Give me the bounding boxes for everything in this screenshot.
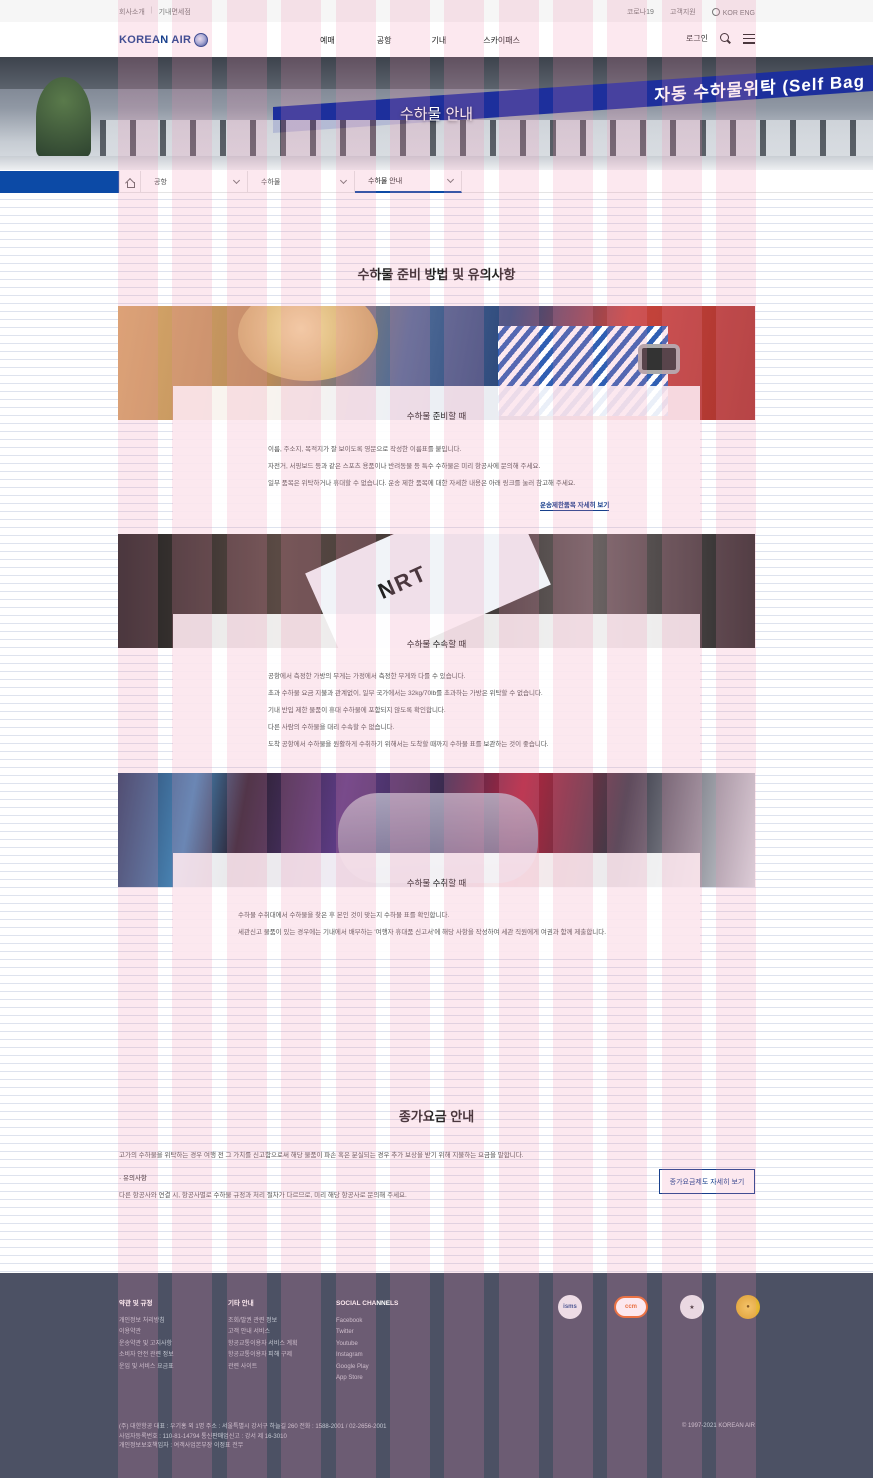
- breadcrumb-label: 공항: [154, 179, 167, 186]
- fee-detail-button[interactable]: 종가요금제도 자세히 보기: [659, 1169, 755, 1194]
- footer-link[interactable]: 조회/발권 관련 정보: [228, 1316, 298, 1328]
- language-selector[interactable]: KOR ENG: [711, 7, 755, 17]
- logo-text: KOREAN AIR: [119, 34, 192, 46]
- card-title: 수하물 수취할 때: [406, 878, 467, 888]
- company-address: (주) 대한항공 대표 : 우기홍 외 1명 주소 : 서울특별시 강서구 하늘…: [119, 1423, 386, 1452]
- breadcrumb-label: 수하물: [261, 179, 281, 186]
- ccm-badge-icon: ccm: [614, 1296, 648, 1318]
- card-body: 공항에서 측정한 가방의 무게는 가정에서 측정한 무게와 다를 수 있습니다.…: [268, 668, 549, 753]
- footer-link-instagram[interactable]: Instagram: [336, 1350, 398, 1362]
- fee-note-heading: · 유의사항: [119, 1175, 147, 1182]
- global-nav: 예매 공항 기내 스카이패스: [320, 35, 520, 46]
- card-body: 수하물 수취대에서 수하물을 찾은 후 본인 것이 맞는지 수하물 표를 확인합…: [238, 907, 606, 941]
- footer-link-twitter[interactable]: Twitter: [336, 1327, 398, 1339]
- language-label: KOR ENG: [722, 9, 755, 17]
- address-line: (주) 대한항공 대표 : 우기홍 외 1명 주소 : 서울특별시 강서구 하늘…: [119, 1424, 387, 1430]
- straw-hat-image: [238, 306, 378, 381]
- card-line: 일부 품목은 위탁하거나 휴대할 수 없습니다. 운송 제한 품목에 대한 자세…: [268, 480, 576, 487]
- page-title: 수하물 안내: [399, 106, 474, 123]
- address-line: 사업자등록번호 : 110-81-14794 통신판매업신고 : 강서 제 16…: [119, 1433, 287, 1440]
- footer-link-facebook[interactable]: Facebook: [336, 1316, 398, 1328]
- footer-link-google-play[interactable]: Google Play: [336, 1362, 398, 1374]
- camera-image: [638, 344, 680, 374]
- footer-heading: 기타 안내: [228, 1300, 254, 1307]
- hero-floor: [0, 156, 873, 170]
- login-link[interactable]: 로그인: [686, 33, 708, 44]
- card-line: 기내 반입 제한 물품이 휴대 수하물에 포함되지 않도록 확인합니다.: [268, 707, 446, 714]
- breadcrumb: 공항 수하물 수하물 안내: [0, 171, 873, 193]
- card-line: 이름, 주소지, 목적지가 잘 보이도록 영문으로 작성한 이름표를 붙입니다.: [268, 446, 462, 453]
- fee-note: 다른 항공사와 연결 시, 항공사별로 수하물 규정과 처리 절차가 다르므로,…: [119, 1192, 407, 1199]
- footer: 약관 및 규정 개인정보 처리방침 이용약관 운송약관 및 고지사항 소비자 안…: [0, 1273, 873, 1478]
- card-line: 도착 공항에서 수하물을 원활하게 수취하기 위해서는 도착할 때까지 수하물 …: [268, 741, 549, 748]
- util-link-support[interactable]: 고객지원: [670, 7, 696, 17]
- certification-badges: isms ccm ★ ●: [558, 1295, 760, 1319]
- address-line: 개인정보보호책임자 : 여객사업본부장 이정표 전무: [119, 1443, 244, 1449]
- chevron-down-icon: [446, 175, 455, 184]
- card-title: 수하물 수속할 때: [406, 639, 467, 649]
- util-link-covid[interactable]: 코로나19: [627, 7, 654, 17]
- restricted-items-link[interactable]: 운송제한품목 자세히 보기: [540, 499, 610, 511]
- card-packing: 수하물 준비할 때 이름, 주소지, 목적지가 잘 보이도록 영문으로 작성한 …: [173, 386, 700, 520]
- chevron-down-icon: [232, 176, 241, 185]
- card-body: 이름, 주소지, 목적지가 잘 보이도록 영문으로 작성한 이름표를 붙입니다.…: [268, 441, 576, 492]
- card-line: 공항에서 측정한 가방의 무게는 가정에서 측정한 무게와 다를 수 있습니다.: [268, 673, 466, 680]
- award-emblem-icon: ★: [680, 1295, 704, 1319]
- footer-link[interactable]: 운송약관 및 고지사항: [119, 1339, 174, 1351]
- chevron-down-icon: [339, 176, 348, 185]
- breadcrumb-baggage[interactable]: 수하물: [248, 171, 355, 193]
- isms-badge-icon: isms: [558, 1295, 582, 1319]
- card-line: 다른 사람의 수하물을 대리 수속할 수 없습니다.: [268, 724, 395, 731]
- breadcrumb-accent: [0, 171, 119, 193]
- footer-link[interactable]: 고객 안내 서비스: [228, 1327, 298, 1339]
- fee-section-title: 종가요금 안내: [398, 1109, 475, 1124]
- footer-link[interactable]: 항공교통이용자 서비스 계획: [228, 1339, 298, 1351]
- footer-link-youtube[interactable]: Youtube: [336, 1339, 398, 1351]
- card-line: 자전거, 서핑보드 등과 같은 스포츠 용품이나 반려동물 등 특수 수하물은 …: [268, 463, 541, 470]
- footer-terms-column: 약관 및 규정 개인정보 처리방침 이용약관 운송약관 및 고지사항 소비자 안…: [119, 1298, 174, 1373]
- util-link-dutyfree[interactable]: 기내면세점: [159, 7, 191, 17]
- footer-link[interactable]: 개인정보 처리방침: [119, 1316, 174, 1328]
- baggage-tag-text: NRT: [374, 560, 432, 604]
- gold-seal-icon: ●: [736, 1295, 760, 1319]
- globe-icon: [711, 7, 720, 16]
- card-line: 세관신고 물품이 있는 경우에는 기내에서 배부하는 '여행자 휴대품 신고서'…: [238, 929, 607, 936]
- card-checkin: 수하물 수속할 때 공항에서 측정한 가방의 무게는 가정에서 측정한 무게와 …: [173, 614, 700, 762]
- footer-heading: SOCIAL CHANNELS: [336, 1300, 399, 1307]
- nav-item-skypass[interactable]: 스카이패스: [483, 35, 520, 46]
- footer-info-column: 기타 안내 조회/발권 관련 정보 고객 안내 서비스 항공교통이용자 서비스 …: [228, 1298, 298, 1373]
- card-line: 수하물 수취대에서 수하물을 찾은 후 본인 것이 맞는지 수하물 표를 확인합…: [238, 912, 450, 919]
- footer-link[interactable]: 이용약관: [119, 1327, 174, 1339]
- search-icon[interactable]: [720, 33, 731, 44]
- breadcrumb-baggage-guide[interactable]: 수하물 안내: [355, 171, 462, 193]
- util-divider: |: [150, 7, 153, 14]
- breadcrumb-label: 수하물 안내: [368, 178, 403, 185]
- footer-link[interactable]: 운임 및 서비스 요금표: [119, 1362, 174, 1374]
- fee-description: 고가의 수하물을 위탁하는 경우 여행 전 그 가치를 신고함으로써 해당 물품…: [119, 1152, 524, 1159]
- nav-item-airport[interactable]: 공항: [377, 35, 392, 46]
- footer-link-app-store[interactable]: App Store: [336, 1373, 398, 1385]
- korean-air-logo[interactable]: KOREAN AIR: [119, 33, 209, 47]
- footer-heading: 약관 및 규정: [119, 1300, 153, 1307]
- copyright: © 1997-2021 KOREAN AIR: [681, 1423, 755, 1429]
- card-claim: 수하물 수취할 때 수하물 수취대에서 수하물을 찾은 후 본인 것이 맞는지 …: [173, 853, 700, 954]
- nav-item-booking[interactable]: 예매: [320, 35, 335, 46]
- breadcrumb-home[interactable]: [119, 171, 141, 193]
- footer-link[interactable]: 관련 사이트: [228, 1362, 298, 1374]
- breadcrumb-airport[interactable]: 공항: [141, 171, 248, 193]
- utility-bar: 회사소개 | 기내면세점 코로나19 고객지원 KOR ENG: [0, 0, 873, 22]
- main-header: KOREAN AIR 예매 공항 기내 스카이패스 로그인: [0, 22, 873, 57]
- hamburger-menu-icon[interactable]: [743, 33, 755, 44]
- nav-item-inflight[interactable]: 기내: [431, 35, 446, 46]
- section-title: 수하물 준비 방법 및 유의사항: [357, 267, 516, 282]
- card-title: 수하물 준비할 때: [406, 411, 467, 421]
- util-link-company[interactable]: 회사소개: [119, 7, 145, 17]
- footer-link[interactable]: 항공교통이용자 피해 구제: [228, 1350, 298, 1362]
- home-icon: [125, 178, 135, 188]
- footer-social-column: SOCIAL CHANNELS Facebook Twitter Youtube…: [336, 1298, 398, 1385]
- hero-banner: 자동 수하물위탁 (Self Bag 수하물 안내: [0, 57, 873, 170]
- footer-link[interactable]: 소비자 안전 관련 정보: [119, 1350, 174, 1362]
- taegeuk-logo-icon: [194, 33, 209, 47]
- card-line: 초과 수하물 요금 지불과 관계없이, 일부 국가에서는 32kg/70lb를 …: [268, 690, 543, 697]
